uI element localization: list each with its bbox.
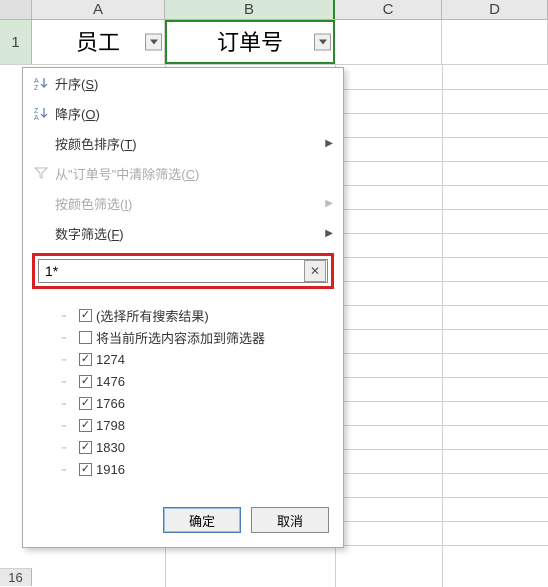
cell-b1-text: 订单号 bbox=[217, 30, 283, 55]
check-item[interactable]: ∙∙∙∙ 1916 bbox=[61, 458, 321, 480]
cell-a1-text: 员工 bbox=[76, 30, 120, 55]
checkbox-icon[interactable] bbox=[79, 375, 92, 388]
check-item[interactable]: ∙∙∙∙ 1476 bbox=[61, 370, 321, 392]
submenu-arrow-icon: ▶ bbox=[325, 138, 333, 149]
search-box: ✕ bbox=[38, 259, 328, 283]
check-label: 1274 bbox=[96, 352, 125, 367]
tree-line-icon: ∙∙∙∙ bbox=[61, 465, 79, 474]
checkbox-icon[interactable] bbox=[79, 353, 92, 366]
check-label: 将当前所选内容添加到筛选器 bbox=[96, 328, 265, 347]
checkbox-icon[interactable] bbox=[79, 441, 92, 454]
search-highlight-box: ✕ bbox=[32, 253, 334, 289]
check-label: 1830 bbox=[96, 440, 125, 455]
col-header-a[interactable]: A bbox=[32, 0, 165, 19]
tree-line-icon: ∙∙∙∙ bbox=[61, 311, 79, 320]
check-item[interactable]: ∙∙∙∙ 1274 bbox=[61, 348, 321, 370]
check-select-all[interactable]: ∙∙∙∙ (选择所有搜索结果) bbox=[61, 304, 321, 326]
tree-line-icon: ∙∙∙∙ bbox=[61, 421, 79, 430]
tree-line-icon: ∙∙∙∙ bbox=[61, 355, 79, 364]
row-header-16[interactable]: 16 bbox=[0, 568, 32, 586]
button-row: 确定 取消 bbox=[23, 497, 343, 547]
sort-asc-icon: AZ bbox=[29, 76, 53, 90]
check-label: 1766 bbox=[96, 396, 125, 411]
cancel-button[interactable]: 取消 bbox=[251, 507, 329, 533]
submenu-arrow-icon: ▶ bbox=[325, 228, 333, 239]
clear-filter: 从"订单号"中清除筛选(C) bbox=[23, 158, 343, 188]
checkbox-icon[interactable] bbox=[79, 463, 92, 476]
col-header-d[interactable]: D bbox=[442, 0, 548, 19]
cell-c1[interactable] bbox=[335, 20, 442, 64]
sort-descending[interactable]: ZA 降序(O) bbox=[23, 98, 343, 128]
tree-line-icon: ∙∙∙∙ bbox=[61, 399, 79, 408]
col-header-b[interactable]: B bbox=[165, 0, 335, 19]
svg-text:Z: Z bbox=[34, 108, 39, 115]
cell-b1[interactable]: 订单号 bbox=[165, 20, 335, 64]
number-filter-label: 数字筛选(F) bbox=[53, 224, 325, 243]
sort-desc-label: 降序(O) bbox=[53, 104, 333, 123]
filter-checklist: ∙∙∙∙ (选择所有搜索结果) ∙∙∙∙ 将当前所选内容添加到筛选器 ∙∙∙∙ … bbox=[53, 298, 329, 493]
column-headers: A B C D bbox=[0, 0, 548, 20]
check-item[interactable]: ∙∙∙∙ 1798 bbox=[61, 414, 321, 436]
clear-search-button[interactable]: ✕ bbox=[304, 260, 326, 282]
checkbox-icon[interactable] bbox=[79, 397, 92, 410]
cell-a1[interactable]: 员工 bbox=[32, 20, 165, 64]
chevron-down-icon bbox=[150, 39, 158, 45]
cell-d1[interactable] bbox=[442, 20, 548, 64]
check-item[interactable]: ∙∙∙∙ 1830 bbox=[61, 436, 321, 458]
sort-asc-label: 升序(S) bbox=[53, 74, 333, 93]
submenu-arrow-icon: ▶ bbox=[325, 198, 333, 209]
search-input[interactable] bbox=[39, 263, 304, 279]
row-header-1[interactable]: 1 bbox=[0, 20, 32, 64]
chevron-down-icon bbox=[319, 39, 327, 45]
filter-dropdown: AZ 升序(S) ZA 降序(O) 按颜色排序(T) ▶ 从"订单号"中清除筛选… bbox=[22, 67, 344, 548]
svg-text:Z: Z bbox=[34, 85, 39, 90]
select-all-corner[interactable] bbox=[0, 0, 32, 19]
tree-line-icon: ∙∙∙∙ bbox=[61, 333, 79, 342]
filter-button-a[interactable] bbox=[145, 34, 162, 51]
filter-button-b[interactable] bbox=[314, 34, 331, 51]
check-label: 1916 bbox=[96, 462, 125, 477]
checkbox-icon[interactable] bbox=[79, 309, 92, 322]
close-icon: ✕ bbox=[310, 264, 320, 278]
sort-desc-icon: ZA bbox=[29, 106, 53, 120]
sort-ascending[interactable]: AZ 升序(S) bbox=[23, 68, 343, 98]
sort-by-color[interactable]: 按颜色排序(T) ▶ bbox=[23, 128, 343, 158]
check-label: (选择所有搜索结果) bbox=[96, 306, 209, 325]
check-label: 1798 bbox=[96, 418, 125, 433]
filter-by-color: 按颜色筛选(I) ▶ bbox=[23, 188, 343, 218]
row-1: 1 员工 订单号 bbox=[0, 20, 548, 65]
sort-color-label: 按颜色排序(T) bbox=[53, 134, 325, 153]
clear-filter-label: 从"订单号"中清除筛选(C) bbox=[53, 164, 333, 183]
col-header-c[interactable]: C bbox=[335, 0, 442, 19]
check-label: 1476 bbox=[96, 374, 125, 389]
number-filters[interactable]: 数字筛选(F) ▶ bbox=[23, 218, 343, 248]
funnel-clear-icon bbox=[29, 166, 53, 180]
check-item[interactable]: ∙∙∙∙ 1766 bbox=[61, 392, 321, 414]
tree-line-icon: ∙∙∙∙ bbox=[61, 377, 79, 386]
check-add-current[interactable]: ∙∙∙∙ 将当前所选内容添加到筛选器 bbox=[61, 326, 321, 348]
checkbox-icon[interactable] bbox=[79, 331, 92, 344]
ok-button[interactable]: 确定 bbox=[163, 507, 241, 533]
svg-text:A: A bbox=[34, 115, 39, 120]
tree-line-icon: ∙∙∙∙ bbox=[61, 443, 79, 452]
svg-text:A: A bbox=[34, 78, 39, 85]
filter-color-label: 按颜色筛选(I) bbox=[53, 194, 325, 213]
checkbox-icon[interactable] bbox=[79, 419, 92, 432]
